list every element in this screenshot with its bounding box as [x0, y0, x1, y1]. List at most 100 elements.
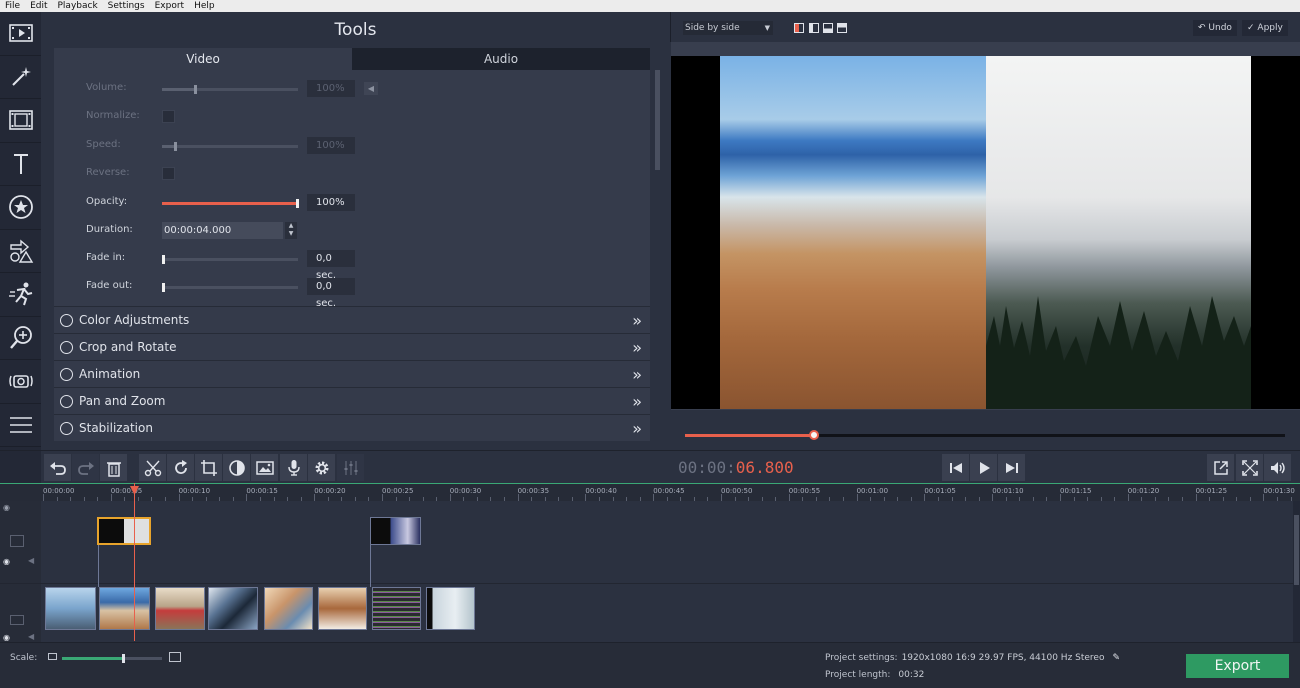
menu-settings[interactable]: Settings — [103, 0, 150, 12]
mute-icon[interactable]: ◀ — [28, 632, 34, 641]
fade-out-slider[interactable] — [162, 283, 298, 292]
fullscreen-button[interactable] — [1236, 454, 1263, 481]
video-clip[interactable] — [318, 587, 367, 630]
menu-playback[interactable]: Playback — [53, 0, 103, 12]
scrollbar-thumb[interactable] — [1294, 515, 1299, 585]
sidebar-item-effects[interactable] — [0, 56, 41, 99]
speaker-icon[interactable]: ◀ — [364, 82, 378, 95]
opacity-row: Opacity: 100% — [54, 193, 650, 213]
timeline-scrollbar[interactable] — [1293, 501, 1300, 642]
fade-out-value[interactable]: 0,0 sec. — [307, 278, 355, 309]
pencil-icon[interactable]: ✎ — [1112, 653, 1120, 663]
speaker-volume-icon — [1270, 461, 1285, 474]
eye-icon[interactable]: ◉ — [3, 503, 10, 512]
sidebar-item-capture[interactable] — [0, 360, 41, 404]
scrubber-knob[interactable] — [809, 430, 819, 440]
layout-split-icon[interactable] — [809, 23, 819, 33]
scale-slider[interactable] — [62, 654, 162, 663]
record-audio-button[interactable] — [280, 454, 307, 481]
overlay-clip-selected[interactable] — [97, 517, 151, 545]
previous-button[interactable] — [942, 454, 969, 481]
volume-value[interactable]: 100% — [307, 80, 355, 97]
tool-sections: Color Adjustments » Crop and Rotate » Anim… — [54, 306, 650, 441]
next-button[interactable] — [998, 454, 1025, 481]
export-button[interactable]: Export — [1186, 654, 1289, 678]
zoom-out-icon[interactable] — [48, 653, 57, 660]
section-crop-and-rotate[interactable]: Crop and Rotate » — [54, 333, 650, 360]
tab-video[interactable]: Video — [54, 48, 352, 70]
opacity-label: Opacity: — [86, 196, 128, 207]
split-button[interactable] — [139, 454, 166, 481]
playhead[interactable] — [134, 483, 135, 641]
duration-stepper[interactable]: ▲ ▼ — [285, 222, 297, 239]
menu-file[interactable]: File — [0, 0, 25, 12]
section-animation[interactable]: Animation » — [54, 360, 650, 387]
play-button[interactable] — [970, 454, 997, 481]
detach-preview-button[interactable] — [1207, 454, 1234, 481]
section-stabilization[interactable]: Stabilization » — [54, 414, 650, 441]
clip-settings-button[interactable] — [308, 454, 335, 481]
color-button[interactable] — [223, 454, 250, 481]
properties-scrollbar[interactable] — [655, 70, 660, 170]
timeline-ruler[interactable]: 00:00:00 00:00:05 00:00:10 00:00:15 00:00:20… — [0, 483, 1300, 501]
sidebar-item-stickers[interactable] — [0, 186, 41, 230]
layout-bottom-icon[interactable] — [823, 23, 833, 33]
video-clip[interactable] — [99, 587, 150, 630]
video-preview[interactable] — [671, 56, 1300, 409]
preview-scrubber[interactable] — [685, 430, 1285, 440]
delete-button[interactable] — [100, 454, 127, 481]
normalize-label: Normalize: — [86, 110, 140, 121]
layout-select[interactable]: Side by side ▼ — [683, 21, 773, 35]
overlay-clip[interactable] — [370, 517, 421, 545]
menu-help[interactable]: Help — [189, 0, 220, 12]
section-color-adjustments[interactable]: Color Adjustments » — [54, 306, 650, 333]
undo-tool-button[interactable] — [44, 454, 71, 481]
opacity-value[interactable]: 100% — [307, 194, 355, 211]
sidebar-item-transitions[interactable] — [0, 230, 41, 273]
mute-icon[interactable]: ◀ — [28, 556, 34, 565]
video-clip[interactable] — [155, 587, 205, 630]
speed-value[interactable]: 100% — [307, 137, 355, 154]
video-clip[interactable] — [45, 587, 96, 630]
undo-button[interactable]: ↶ Undo — [1193, 20, 1237, 36]
layout-top-icon[interactable] — [837, 23, 847, 33]
volume-slider[interactable] — [162, 85, 298, 94]
reverse-checkbox[interactable] — [162, 167, 175, 180]
normalize-checkbox[interactable] — [162, 110, 175, 123]
eye-icon[interactable]: ◉ — [3, 557, 10, 566]
fade-in-slider[interactable] — [162, 255, 298, 264]
apply-button[interactable]: ✓ Apply — [1242, 20, 1288, 36]
sidebar-item-more[interactable] — [0, 404, 41, 447]
crop-button[interactable] — [195, 454, 222, 481]
chevron-double-right-icon: » — [632, 391, 642, 411]
tab-audio[interactable]: Audio — [352, 48, 650, 70]
volume-button[interactable] — [1264, 454, 1291, 481]
preview-scrubber-area — [671, 410, 1300, 450]
ruler-tick — [1195, 494, 1197, 501]
menu-edit[interactable]: Edit — [25, 0, 52, 12]
video-clip[interactable] — [372, 587, 421, 630]
speed-slider[interactable] — [162, 142, 298, 151]
fade-in-value[interactable]: 0,0 sec. — [307, 250, 355, 281]
ruler-time-label: 00:00:15 — [246, 487, 278, 495]
tools-title: Tools — [334, 20, 377, 40]
sidebar-item-import[interactable] — [0, 12, 41, 56]
opacity-slider[interactable] — [162, 199, 299, 208]
duration-input[interactable]: 00:00:04.000 — [162, 222, 283, 239]
sidebar-item-clips[interactable] — [0, 99, 41, 143]
eye-icon[interactable]: ◉ — [3, 633, 10, 642]
image-button[interactable] — [251, 454, 278, 481]
sidebar-item-titles[interactable] — [0, 143, 41, 186]
rotate-button[interactable] — [167, 454, 194, 481]
menu-export[interactable]: Export — [150, 0, 189, 12]
video-clip[interactable] — [208, 587, 258, 630]
video-clip[interactable] — [264, 587, 313, 630]
sidebar-item-motion[interactable] — [0, 273, 41, 317]
video-clip[interactable] — [426, 587, 475, 630]
section-pan-and-zoom[interactable]: Pan and Zoom » — [54, 387, 650, 414]
layout-side-by-side-icon[interactable] — [794, 23, 804, 33]
zoom-in-icon[interactable] — [169, 652, 181, 662]
redo-tool-button[interactable] — [72, 454, 99, 481]
equalizer-button[interactable] — [337, 454, 364, 481]
sidebar-item-zoom[interactable] — [0, 317, 41, 360]
